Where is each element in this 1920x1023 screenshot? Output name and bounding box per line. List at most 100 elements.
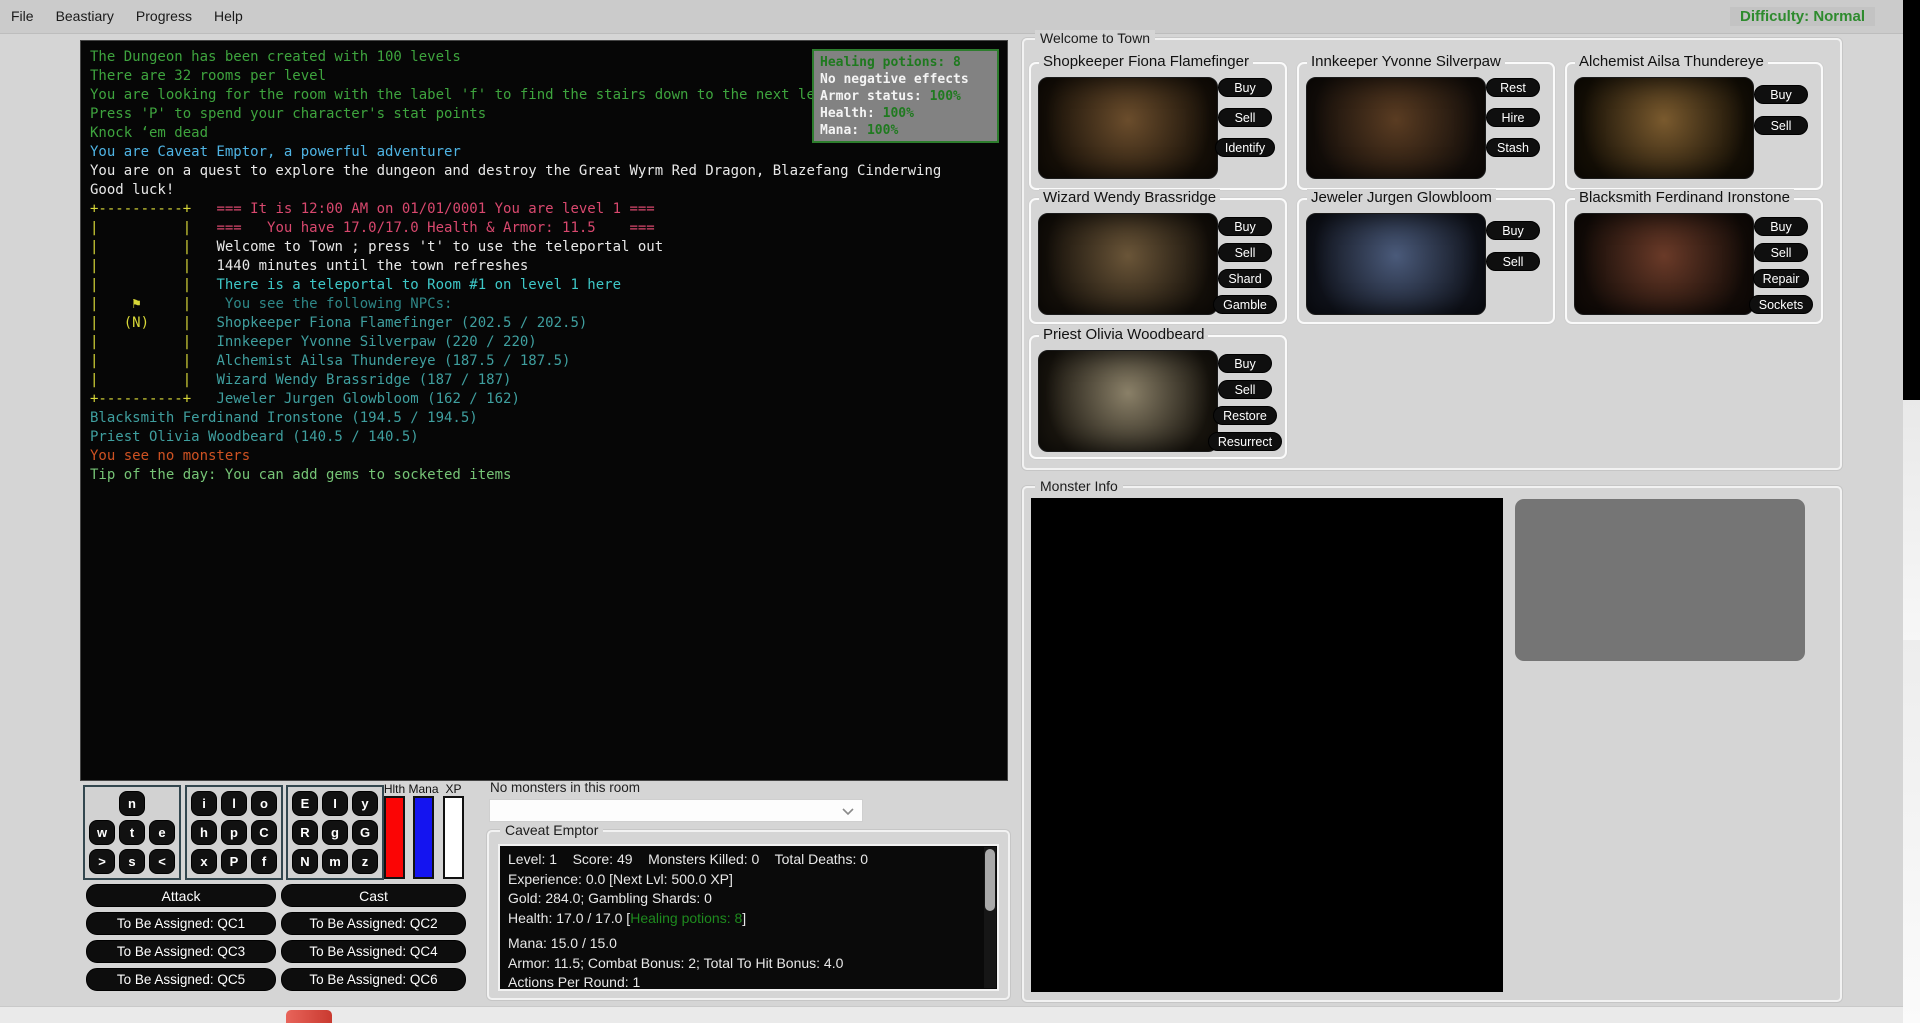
npc-button-sell[interactable]: Sell (1218, 243, 1272, 262)
npc-button-buy[interactable]: Buy (1486, 221, 1540, 240)
npc-button-gamble[interactable]: Gamble (1213, 295, 1277, 314)
npc-button-buy[interactable]: Buy (1218, 78, 1272, 97)
menu-item-beastiary[interactable]: Beastiary (45, 1, 125, 31)
npc-button-restore[interactable]: Restore (1213, 406, 1277, 425)
key-l[interactable]: l (221, 791, 247, 816)
mana-bar-label: Mana (408, 782, 438, 796)
key-z[interactable]: z (352, 849, 378, 874)
npc-name: Alchemist Ailsa Thundereye (1575, 53, 1768, 70)
quick-cast-button-5[interactable]: To Be Assigned: QC5 (86, 968, 276, 991)
health-bar-label: Hlth (384, 782, 405, 796)
monster-info-title: Monster Info (1035, 478, 1123, 494)
npc-button-rest[interactable]: Rest (1486, 78, 1540, 97)
npc-button-sell[interactable]: Sell (1486, 252, 1540, 271)
menu-item-file[interactable]: File (0, 1, 45, 31)
keypad-1: nwte >s< (83, 785, 181, 880)
quick-cast-button-4[interactable]: To Be Assigned: QC4 (281, 940, 466, 963)
npc-button-sell[interactable]: Sell (1218, 108, 1272, 127)
keypad-3: EIy RgG Nmz (286, 785, 384, 880)
key-t[interactable]: t (119, 820, 145, 845)
npc-portrait (1038, 77, 1218, 179)
npc-button-buy[interactable]: Buy (1218, 354, 1272, 373)
character-panel-scrollbar[interactable] (984, 847, 996, 988)
character-stats-text: Level: 1 Score: 49 Monsters Killed: 0 To… (508, 850, 989, 991)
key-m[interactable]: m (322, 849, 348, 874)
key-G[interactable]: G (352, 820, 378, 845)
keypad-2: ilo hpCxPf (185, 785, 283, 880)
npc-button-sell[interactable]: Sell (1754, 116, 1808, 135)
npc-actions: Buy Sell Repair Sockets (1746, 200, 1816, 314)
npc-button-resurrect[interactable]: Resurrect (1208, 432, 1282, 451)
npc-actions: Buy Sell Shard Gamble (1210, 200, 1280, 314)
key-y[interactable]: y (352, 791, 378, 816)
npc-portrait (1574, 213, 1754, 315)
key-P[interactable]: P (221, 849, 247, 874)
npc-portrait (1038, 350, 1218, 452)
monster-image-placeholder (1515, 499, 1805, 661)
npc-button-buy[interactable]: Buy (1218, 217, 1272, 236)
key-e[interactable]: e (149, 820, 175, 845)
key-s[interactable]: s (119, 849, 145, 874)
key-i[interactable]: i (191, 791, 217, 816)
scrollbar-thumb[interactable] (985, 849, 995, 911)
quick-cast-button-6[interactable]: To Be Assigned: QC6 (281, 968, 466, 991)
key-N[interactable]: N (292, 849, 318, 874)
key-C[interactable]: C (251, 820, 277, 845)
background-red-icon (286, 1010, 332, 1023)
key-f[interactable]: f (251, 849, 277, 874)
status-overlay: Healing potions: 8No negative effectsArm… (812, 49, 999, 143)
chevron-down-icon (842, 808, 854, 816)
monster-display (1031, 498, 1503, 992)
monster-select-dropdown[interactable] (489, 799, 863, 822)
npc-button-sockets[interactable]: Sockets (1749, 295, 1813, 314)
key->[interactable]: > (89, 849, 115, 874)
npc-name: Priest Olivia Woodbeard (1039, 326, 1208, 343)
key-R[interactable]: R (292, 820, 318, 845)
key-I[interactable]: I (322, 791, 348, 816)
key-E[interactable]: E (292, 791, 318, 816)
npc-button-repair[interactable]: Repair (1753, 269, 1810, 288)
health-bar: Hlth (384, 796, 405, 879)
npc-actions: Rest Hire Stash (1478, 64, 1548, 157)
key-g[interactable]: g (322, 820, 348, 845)
town-panel-title: Welcome to Town (1035, 30, 1155, 46)
npc-portrait (1306, 77, 1486, 179)
cast-button[interactable]: Cast (281, 884, 466, 907)
key-<[interactable]: < (149, 849, 175, 874)
npc-button-sell[interactable]: Sell (1218, 380, 1272, 399)
key-n[interactable]: n (119, 791, 145, 816)
npc-portrait (1038, 213, 1218, 315)
npc-name: Jeweler Jurgen Glowbloom (1307, 189, 1496, 206)
attack-button[interactable]: Attack (86, 884, 276, 907)
key-h[interactable]: h (191, 820, 217, 845)
key-p[interactable]: p (221, 820, 247, 845)
npc-button-buy[interactable]: Buy (1754, 217, 1808, 236)
mana-bar: Mana (413, 796, 434, 879)
npc-button-shard[interactable]: Shard (1218, 269, 1272, 288)
key-o[interactable]: o (251, 791, 277, 816)
npc-button-buy[interactable]: Buy (1754, 85, 1808, 104)
npc-actions: Buy Sell Identify (1210, 64, 1280, 157)
quick-cast-button-1[interactable]: To Be Assigned: QC1 (86, 912, 276, 935)
menu-item-help[interactable]: Help (203, 1, 254, 31)
npc-button-hire[interactable]: Hire (1486, 108, 1540, 127)
npc-name: Innkeeper Yvonne Silverpaw (1307, 53, 1505, 70)
quick-cast-button-3[interactable]: To Be Assigned: QC3 (86, 940, 276, 963)
app-window: FileBeastiaryProgressHelp Difficulty: No… (0, 0, 1920, 1023)
npc-button-identify[interactable]: Identify (1215, 138, 1275, 157)
menu-bar: FileBeastiaryProgressHelp Difficulty: No… (0, 0, 1903, 34)
npc-actions: Buy Sell Restore Resurrect (1210, 337, 1280, 451)
monsters-in-room-label: No monsters in this room (490, 780, 640, 795)
npc-card-jeweler-jurgen-glowbloom: Jeweler Jurgen GlowbloomBuySell (1297, 198, 1555, 324)
xp-bar-label: XP (445, 782, 461, 796)
difficulty-label: Difficulty: Normal (1730, 7, 1875, 26)
game-console: The Dungeon has been created with 100 le… (80, 40, 1008, 781)
menu-item-progress[interactable]: Progress (125, 1, 203, 31)
npc-button-sell[interactable]: Sell (1754, 243, 1808, 262)
xp-bar: XP (443, 796, 464, 879)
quick-cast-button-2[interactable]: To Be Assigned: QC2 (281, 912, 466, 935)
key-w[interactable]: w (89, 820, 115, 845)
npc-card-alchemist-ailsa-thundereye: Alchemist Ailsa ThundereyeBuySell (1565, 62, 1823, 190)
npc-button-stash[interactable]: Stash (1486, 138, 1540, 157)
key-x[interactable]: x (191, 849, 217, 874)
